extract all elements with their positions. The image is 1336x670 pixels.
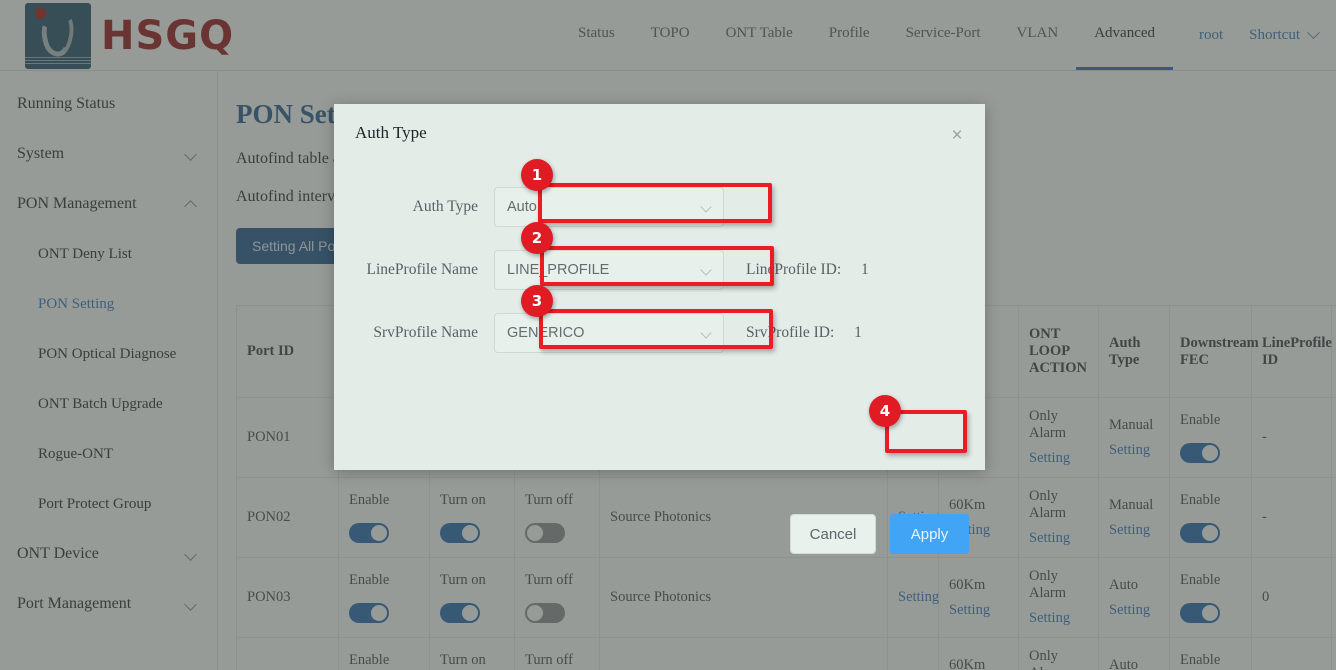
dialog-title: Auth Type	[334, 104, 985, 143]
auth-type-value: Auto	[507, 199, 537, 215]
lineprofile-name-value: LINE_PROFILE	[507, 262, 609, 278]
field-row-srvprofile-name: SrvProfile Name GENERICO SrvProfile ID: …	[334, 313, 862, 353]
chevron-down-icon	[700, 264, 711, 275]
srvprofile-id-readout: SrvProfile ID: 1	[746, 324, 862, 342]
chevron-down-icon	[700, 327, 711, 338]
auth-type-select[interactable]: Auto	[494, 187, 724, 227]
annotation-badge-2: 2	[521, 222, 553, 254]
lineprofile-name-select[interactable]: LINE_PROFILE	[494, 250, 724, 290]
srvprofile-name-label: SrvProfile Name	[334, 324, 494, 342]
annotation-badge-4: 4	[869, 395, 901, 427]
srvprofile-name-select[interactable]: GENERICO	[494, 313, 724, 353]
cancel-button[interactable]: Cancel	[790, 514, 876, 554]
auth-type-label: Auth Type	[334, 198, 494, 216]
chevron-down-icon	[700, 201, 711, 212]
app-root: HSGQ Status TOPO ONT Table Profile Servi…	[0, 0, 1336, 670]
lineprofile-id-value: 1	[861, 261, 869, 278]
field-row-auth-type: Auth Type Auto	[334, 187, 724, 227]
annotation-badge-3: 3	[521, 285, 553, 317]
srvprofile-id-value: 1	[854, 324, 862, 341]
lineprofile-id-label: LineProfile ID:	[746, 261, 841, 278]
apply-button[interactable]: Apply	[890, 514, 969, 554]
srvprofile-id-label: SrvProfile ID:	[746, 324, 834, 341]
close-icon[interactable]: ×	[947, 126, 967, 146]
srvprofile-name-value: GENERICO	[507, 325, 584, 341]
lineprofile-name-label: LineProfile Name	[334, 261, 494, 279]
annotation-badge-1: 1	[521, 159, 553, 191]
field-row-lineprofile-name: LineProfile Name LINE_PROFILE LineProfil…	[334, 250, 869, 290]
lineprofile-id-readout: LineProfile ID: 1	[746, 261, 869, 279]
